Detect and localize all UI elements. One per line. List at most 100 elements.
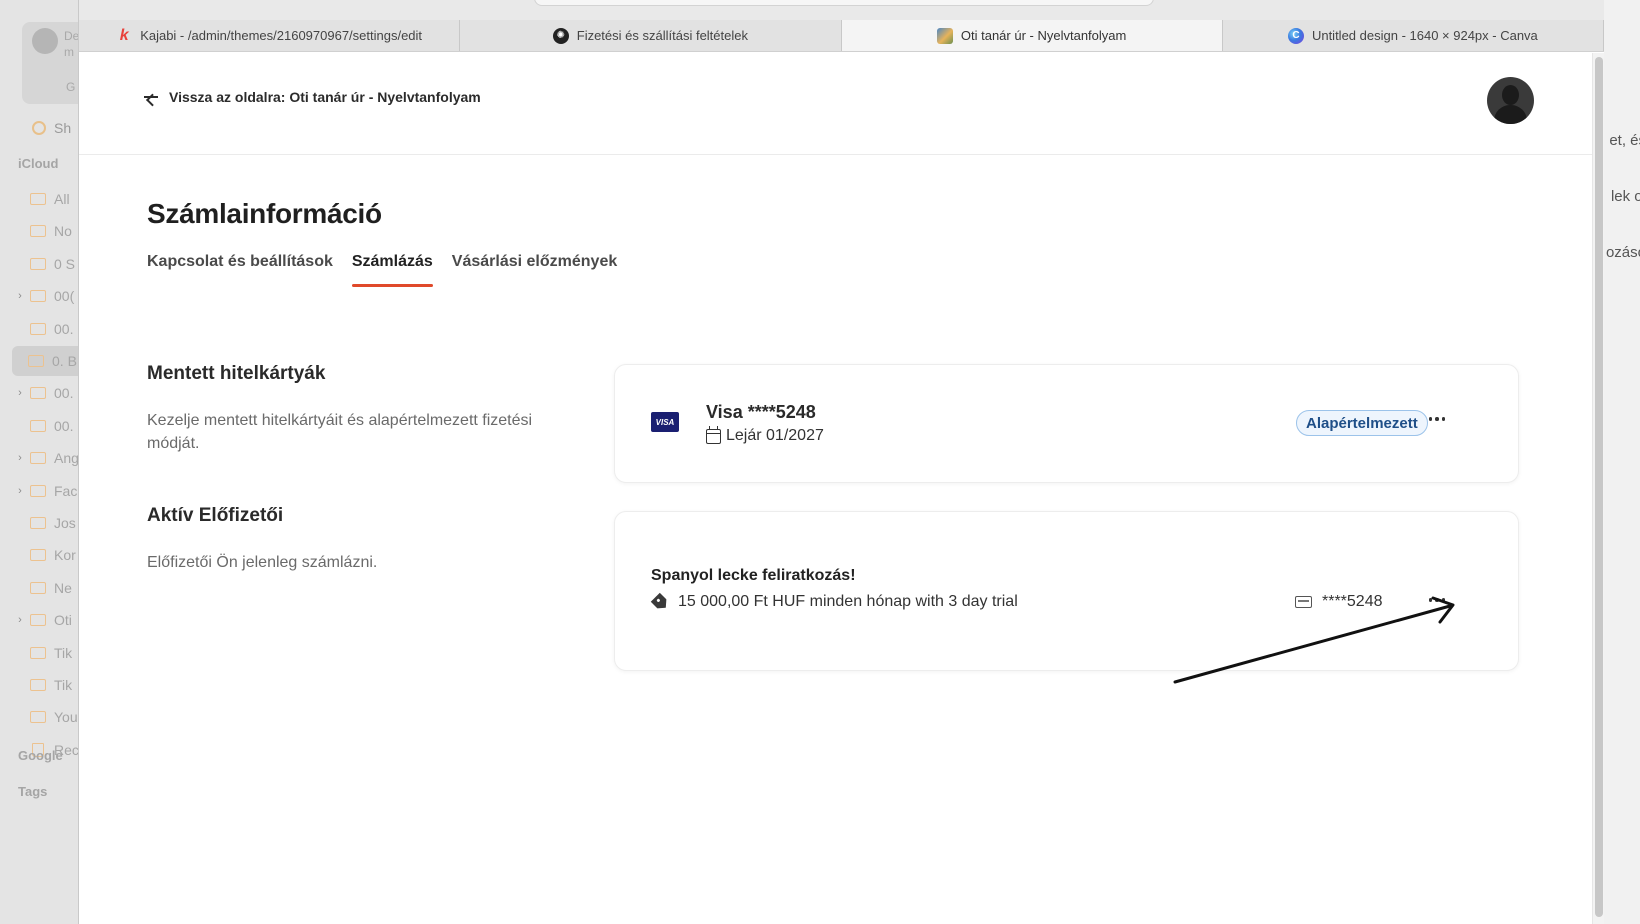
back-to-site-link[interactable]: Vissza az oldalra: Oti tanár úr - Nyelvt… xyxy=(143,89,481,105)
folder-icon xyxy=(30,420,46,432)
openai-icon: ✺ xyxy=(552,27,569,44)
finder-item-label: Tik xyxy=(54,645,73,661)
tab-title: Oti tanár úr - Nyelvtanfolyam xyxy=(960,28,1127,43)
finder-item-label: 00. xyxy=(54,321,74,337)
folder-icon xyxy=(30,711,46,723)
background-text: lek ol xyxy=(1610,188,1640,205)
finder-item-label: 00( xyxy=(54,288,75,304)
folder-icon xyxy=(30,193,46,205)
finder-sidebar-item[interactable]: Ne xyxy=(14,573,80,603)
browser-tab-oti-active[interactable]: Oti tanár úr - Nyelvtanfolyam xyxy=(841,20,1223,51)
chevron-right-icon[interactable]: › xyxy=(14,614,26,626)
finder-sidebar-item[interactable]: › 00( xyxy=(14,281,80,311)
subscription-payment-card: ****5248 xyxy=(1295,593,1383,611)
subscription-price: 15 000,00 Ft HUF minden hónap with 3 day… xyxy=(651,593,1018,611)
browser-toolbar xyxy=(79,0,1604,20)
finder-sidebar-item[interactable]: You xyxy=(14,702,80,732)
finder-item-label: You xyxy=(54,709,78,725)
tab-billing[interactable]: Számlázás xyxy=(351,253,433,287)
icloud-section-label: iCloud xyxy=(18,156,59,171)
finder-item-label: 00. xyxy=(54,385,74,401)
page-title: Számlainformáció xyxy=(147,198,382,229)
finder-sidebar-item[interactable]: Tik xyxy=(14,670,80,700)
saved-card-item: VISA Visa ****5248 Lejár 01/2027 Alapért… xyxy=(614,364,1519,483)
arrow-left-icon xyxy=(143,91,159,103)
browser-tab-bar: k Kajabi - /admin/themes/2160970967/sett… xyxy=(79,20,1604,52)
finder-item-label: Fac xyxy=(54,483,78,499)
kajabi-icon: k xyxy=(119,26,129,44)
account-sub: G xyxy=(66,80,76,94)
finder-item-label: 00. xyxy=(54,418,74,434)
tab-title: Untitled design - 1640 × 924px - Canva xyxy=(1311,28,1538,43)
finder-sidebar-item[interactable]: › Fac xyxy=(14,476,80,506)
card-more-options-button[interactable] xyxy=(1425,409,1449,429)
credit-card-icon xyxy=(1295,596,1312,608)
chevron-right-icon[interactable]: › xyxy=(14,485,26,497)
folder-icon xyxy=(28,355,44,367)
address-bar[interactable] xyxy=(534,0,1154,6)
active-subscriptions-description: Előfizetői Ön jelenleg számlázni. xyxy=(147,554,378,571)
chevron-right-icon[interactable]: › xyxy=(14,387,26,399)
chevron-right-icon[interactable]: › xyxy=(14,452,26,464)
finder-sidebar-item[interactable]: Jos xyxy=(14,508,80,538)
subscription-more-options-button[interactable] xyxy=(1425,590,1449,610)
page-header: Vissza az oldalra: Oti tanár úr - Nyelvt… xyxy=(79,53,1593,155)
finder-sidebar-item[interactable]: 00. xyxy=(14,411,80,441)
finder-sidebar-item[interactable]: Kor xyxy=(14,540,80,570)
finder-sidebar-item[interactable]: No xyxy=(14,216,80,246)
tab-contact-settings[interactable]: Kapcsolat és beállítások xyxy=(147,253,333,287)
folder-icon xyxy=(30,323,46,335)
finder-sidebar-item[interactable]: › Oti xyxy=(14,605,80,635)
finder-sidebar-item[interactable]: All xyxy=(14,184,80,214)
folder-icon xyxy=(30,387,46,399)
avatar-head xyxy=(1502,85,1519,105)
google-section-label: Google xyxy=(18,748,63,763)
browser-tab-kajabi[interactable]: k Kajabi - /admin/themes/2160970967/sett… xyxy=(79,20,461,51)
finder-sidebar-item[interactable]: 0 S xyxy=(14,249,80,279)
finder-sidebar-item[interactable]: 00. xyxy=(14,314,80,344)
billing-page: Vissza az oldalra: Oti tanár úr - Nyelvt… xyxy=(79,53,1593,924)
tab-purchase-history[interactable]: Vásárlási előzmények xyxy=(452,253,617,287)
finder-sidebar-item[interactable]: › 00. xyxy=(14,378,80,408)
folder-icon xyxy=(30,614,46,626)
scrollbar-thumb[interactable] xyxy=(1595,57,1603,917)
active-subscriptions-heading: Aktív Előfizetői xyxy=(147,505,284,526)
account-tabs: Kapcsolat és beállítások Számlázás Vásár… xyxy=(147,253,636,287)
finder-sidebar-background: De m G Sh iCloud All No 0 S › 00( 00. 0. B › 00.… xyxy=(0,0,80,924)
avatar-body xyxy=(1494,105,1527,124)
finder-sidebar-item[interactable]: › Ang xyxy=(14,443,80,473)
default-badge: Alapértelmezett xyxy=(1296,410,1428,436)
expiry-text: Lejár 01/2027 xyxy=(726,427,824,444)
finder-item-label: 0 S xyxy=(54,256,76,272)
user-avatar[interactable] xyxy=(1487,77,1534,124)
finder-item-label: 0. B xyxy=(52,353,77,369)
background-text: et, és xyxy=(1609,132,1640,149)
folder-icon xyxy=(30,225,46,237)
browser-tab-canva[interactable]: C Untitled design - 1640 × 924px - Canva xyxy=(1222,20,1604,51)
folder-icon xyxy=(30,452,46,464)
folder-icon xyxy=(30,679,46,691)
payment-card-text: ****5248 xyxy=(1322,593,1383,610)
back-link-label: Vissza az oldalra: Oti tanár úr - Nyelvt… xyxy=(169,89,481,105)
folder-icon xyxy=(30,258,46,270)
folder-icon xyxy=(30,517,46,529)
sidebar-item-shared[interactable]: Sh xyxy=(32,120,71,136)
finder-sidebar-item[interactable]: 0. B xyxy=(12,346,78,376)
tab-title: Kajabi - /admin/themes/2160970967/settin… xyxy=(140,28,423,43)
finder-sidebar-item[interactable]: Tik xyxy=(14,638,80,668)
saved-cards-description: Kezelje mentett hitelkártyáit és alapért… xyxy=(147,412,533,452)
calendar-icon xyxy=(706,425,721,444)
folder-icon xyxy=(30,485,46,497)
chevron-right-icon[interactable]: › xyxy=(14,290,26,302)
account-item[interactable]: De m G xyxy=(22,22,80,104)
background-text: ozáso xyxy=(1605,244,1640,261)
price-text: 15 000,00 Ft HUF minden hónap with 3 day… xyxy=(678,593,1018,610)
finder-item-label: Ang xyxy=(54,450,79,466)
browser-tab-fizetesi[interactable]: ✺ Fizetési és szállítási feltételek xyxy=(460,20,842,51)
page-scrollbar[interactable] xyxy=(1592,53,1604,924)
folder-icon xyxy=(30,290,46,302)
canva-icon: C xyxy=(1287,27,1304,44)
tags-section-label: Tags xyxy=(18,784,48,799)
site-thumbnail-icon xyxy=(936,27,953,44)
saved-cards-heading: Mentett hitelkártyák xyxy=(147,363,326,384)
